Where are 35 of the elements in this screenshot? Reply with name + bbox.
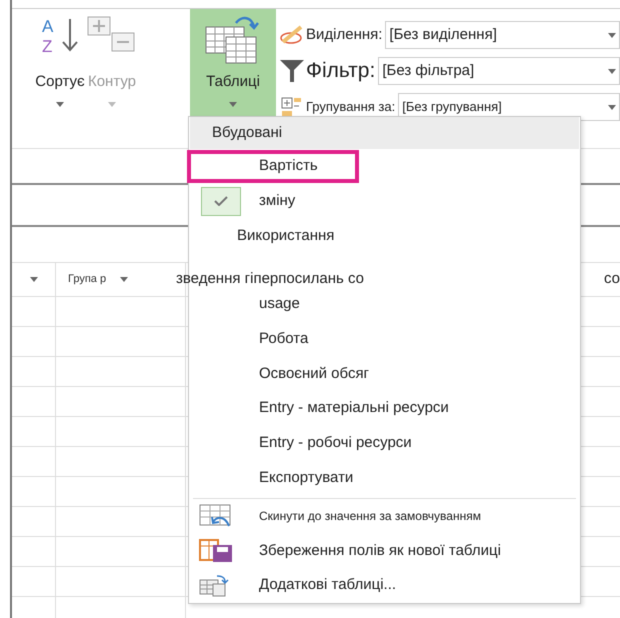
highlighter-icon xyxy=(279,24,305,46)
menu-item[interactable]: Освоєний обсяг xyxy=(189,356,580,392)
menu-item[interactable]: зміну xyxy=(189,184,580,218)
menu-section-header: Вбудовані xyxy=(190,117,579,149)
combo-box[interactable]: [Без виділення] xyxy=(385,21,620,49)
ribbon-button[interactable]: A Z Сортує xyxy=(34,9,86,123)
menu-item[interactable]: Додаткові таблиці... xyxy=(189,568,580,603)
caret-icon xyxy=(108,102,116,106)
caret-icon xyxy=(56,102,64,106)
combo-box[interactable]: [Без фільтра] xyxy=(378,57,620,85)
selector-label: Фільтр: xyxy=(306,58,376,84)
filter-icon xyxy=(279,58,305,84)
column-header: зведення гіперпосилань со xyxy=(176,269,364,290)
table-reset-icon xyxy=(199,504,233,528)
table-save-icon xyxy=(199,538,233,563)
menu-item[interactable]: usage xyxy=(189,286,580,322)
menu-item[interactable]: Вартість xyxy=(189,148,580,184)
menu-item[interactable]: Використання xyxy=(189,218,580,254)
caret-icon xyxy=(229,102,237,106)
menu-item[interactable]: Entry - матеріальні ресурси xyxy=(189,391,580,426)
menu-item[interactable]: Робота xyxy=(189,322,580,356)
checkmark-icon xyxy=(201,186,241,216)
selector-label: Групування за: xyxy=(306,98,396,116)
menu-item[interactable]: Entry - робочі ресурси xyxy=(189,426,580,461)
menu-item[interactable]: Експортувати xyxy=(189,460,580,496)
caret-icon xyxy=(608,32,616,38)
dropdown-caret-icon[interactable] xyxy=(120,277,128,282)
caret-icon xyxy=(608,104,616,110)
menu-item[interactable]: Збереження полів як нової таблиці xyxy=(189,533,580,568)
column-header: Група р xyxy=(68,272,106,288)
selector-label: Виділення: xyxy=(306,24,382,45)
menu-item[interactable]: Скинути до значення за замовчуванням xyxy=(189,498,580,534)
caret-icon xyxy=(608,68,616,74)
column-header: со xyxy=(604,269,620,290)
dropdown-caret-icon[interactable] xyxy=(30,277,38,282)
